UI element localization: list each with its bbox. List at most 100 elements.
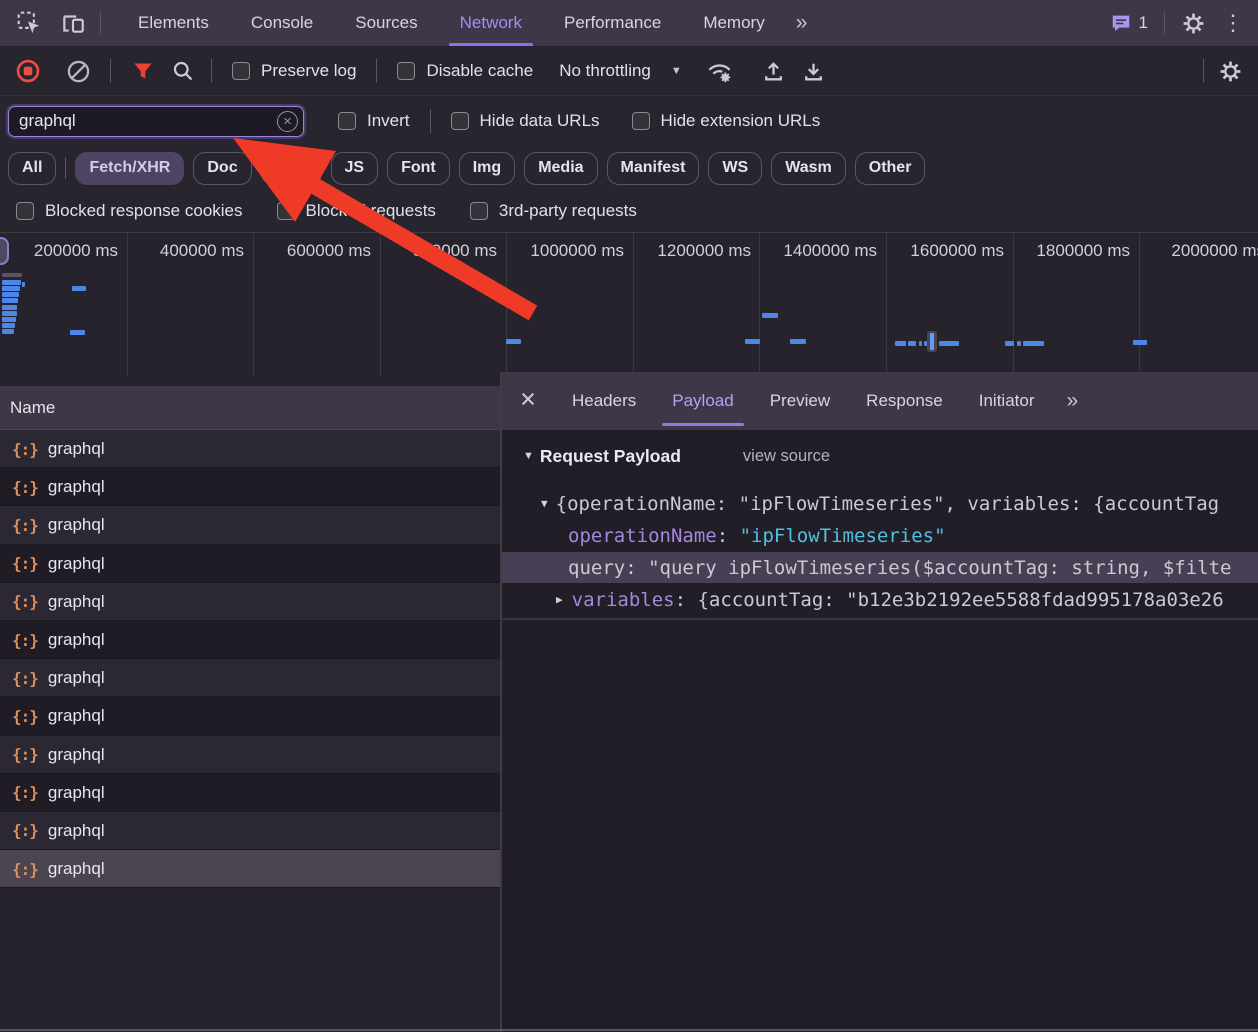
request-row[interactable]: {:}graphql	[0, 659, 500, 697]
network-settings-icon[interactable]	[1210, 51, 1250, 91]
tab-sources[interactable]: Sources	[334, 0, 438, 46]
request-row[interactable]: {:}graphql	[0, 812, 500, 850]
request-waterfall-bar[interactable]	[22, 282, 25, 287]
request-row[interactable]: {:}graphql	[0, 468, 500, 506]
pill-doc[interactable]: Doc	[193, 152, 251, 185]
request-row[interactable]: {:}graphql	[0, 506, 500, 544]
request-waterfall-bar[interactable]	[2, 273, 22, 277]
pill-other[interactable]: Other	[855, 152, 926, 185]
collapse-caret-icon[interactable]: ▼	[541, 497, 548, 510]
record-network-log-icon[interactable]	[8, 51, 48, 91]
blocked-cookies-checkbox[interactable]	[16, 202, 34, 220]
request-waterfall-bar[interactable]	[2, 292, 19, 297]
preserve-log-toggle[interactable]: Preserve log	[218, 61, 370, 81]
pill-all[interactable]: All	[8, 152, 56, 185]
payload-operation-line[interactable]: operationName: "ipFlowTimeseries"	[502, 520, 1258, 551]
request-row[interactable]: {:}graphql	[0, 583, 500, 621]
network-conditions-icon[interactable]	[700, 51, 740, 91]
third-party-checkbox[interactable]	[470, 202, 488, 220]
tab-network[interactable]: Network	[439, 0, 543, 46]
request-row[interactable]: {:}graphql	[0, 545, 500, 583]
disable-cache-checkbox[interactable]	[397, 62, 415, 80]
export-har-icon[interactable]	[794, 51, 834, 91]
hide-data-urls-toggle[interactable]: Hide data URLs	[435, 111, 616, 131]
tab-elements[interactable]: Elements	[117, 0, 230, 46]
request-waterfall-bar[interactable]	[72, 286, 86, 291]
pill-css[interactable]: CSS	[261, 152, 322, 185]
request-payload-section[interactable]: ▼ Request Payload view source	[502, 438, 1258, 474]
close-icon[interactable]: ×	[502, 386, 554, 416]
inspect-element-icon[interactable]	[16, 10, 42, 36]
tab-initiator[interactable]: Initiator	[961, 372, 1053, 430]
request-waterfall-bar[interactable]	[939, 341, 959, 346]
tab-payload[interactable]: Payload	[654, 372, 751, 430]
pill-img[interactable]: Img	[459, 152, 515, 185]
network-overview-timeline[interactable]: 200000 ms 400000 ms 600000 ms 800000 ms …	[0, 232, 1258, 376]
name-column-header[interactable]: Name	[0, 386, 500, 430]
request-waterfall-bar[interactable]	[790, 339, 806, 344]
request-row[interactable]: {:}graphql	[0, 621, 500, 659]
filter-icon[interactable]	[123, 51, 163, 91]
request-waterfall-bar[interactable]	[1133, 340, 1147, 345]
blocked-requests-checkbox[interactable]	[277, 202, 295, 220]
pill-ws[interactable]: WS	[708, 152, 762, 185]
expand-caret-icon[interactable]: ▶	[556, 593, 563, 606]
request-row-selected[interactable]: {:}graphql	[0, 850, 500, 888]
request-row[interactable]: {:}graphql	[0, 736, 500, 774]
invert-checkbox[interactable]	[338, 112, 356, 130]
clear-network-log-icon[interactable]	[58, 51, 98, 91]
devtools-settings-icon[interactable]	[1181, 11, 1206, 36]
request-waterfall-bar[interactable]	[2, 317, 16, 322]
blocked-cookies-toggle[interactable]: Blocked response cookies	[2, 201, 257, 221]
view-source-link[interactable]: view source	[743, 447, 830, 466]
tab-response[interactable]: Response	[848, 372, 961, 430]
request-waterfall-bar[interactable]	[2, 323, 15, 328]
request-waterfall-bar[interactable]	[895, 341, 906, 346]
tab-headers[interactable]: Headers	[554, 372, 654, 430]
more-tabs-icon[interactable]: »	[1056, 389, 1086, 413]
invert-toggle[interactable]: Invert	[322, 111, 426, 131]
throttling-select[interactable]: No throttling ▼	[547, 61, 692, 81]
hide-extension-urls-checkbox[interactable]	[632, 112, 650, 130]
tab-performance[interactable]: Performance	[543, 0, 682, 46]
request-row[interactable]: {:}graphql	[0, 430, 500, 468]
pill-fetch-xhr[interactable]: Fetch/XHR	[75, 152, 184, 185]
payload-preview-line[interactable]: ▼{operationName: "ipFlowTimeseries", var…	[502, 488, 1258, 519]
hide-extension-urls-toggle[interactable]: Hide extension URLs	[616, 111, 837, 131]
tab-memory[interactable]: Memory	[682, 0, 785, 46]
device-toolbar-icon[interactable]	[60, 10, 86, 36]
request-waterfall-bar[interactable]	[745, 339, 760, 344]
payload-variables-line[interactable]: ▶variables: {accountTag: "b12e3b2192ee55…	[502, 584, 1258, 615]
hide-data-urls-checkbox[interactable]	[451, 112, 469, 130]
request-waterfall-bar[interactable]	[908, 341, 916, 346]
pill-media[interactable]: Media	[524, 152, 597, 185]
tab-console[interactable]: Console	[230, 0, 334, 46]
request-waterfall-bar[interactable]	[1005, 341, 1014, 346]
overview-scroll-handle[interactable]	[0, 237, 9, 265]
request-waterfall-bar[interactable]	[2, 280, 21, 285]
pill-js[interactable]: JS	[331, 152, 379, 185]
request-row[interactable]: {:}graphql	[0, 774, 500, 812]
request-waterfall-bar[interactable]	[70, 330, 85, 335]
request-row[interactable]: {:}graphql	[0, 697, 500, 735]
blocked-requests-toggle[interactable]: Blocked requests	[263, 201, 450, 221]
more-tabs-icon[interactable]: »	[786, 0, 816, 46]
request-waterfall-bar[interactable]	[2, 286, 20, 291]
preserve-log-checkbox[interactable]	[232, 62, 250, 80]
request-waterfall-bar[interactable]	[2, 329, 14, 334]
request-waterfall-bar[interactable]	[2, 305, 17, 310]
pill-font[interactable]: Font	[387, 152, 450, 185]
request-waterfall-bar[interactable]	[506, 339, 521, 344]
third-party-toggle[interactable]: 3rd-party requests	[456, 201, 651, 221]
pill-manifest[interactable]: Manifest	[607, 152, 700, 185]
request-waterfall-bar[interactable]	[1017, 341, 1021, 346]
collapse-caret-icon[interactable]: ▼	[523, 450, 534, 462]
request-waterfall-bar[interactable]	[1023, 341, 1044, 346]
import-har-icon[interactable]	[754, 51, 794, 91]
request-waterfall-bar[interactable]	[762, 313, 778, 318]
clear-filter-icon[interactable]: ×	[277, 111, 298, 132]
pill-wasm[interactable]: Wasm	[771, 152, 846, 185]
search-icon[interactable]	[163, 51, 203, 91]
filter-input[interactable]	[8, 106, 304, 137]
disable-cache-toggle[interactable]: Disable cache	[383, 61, 547, 81]
